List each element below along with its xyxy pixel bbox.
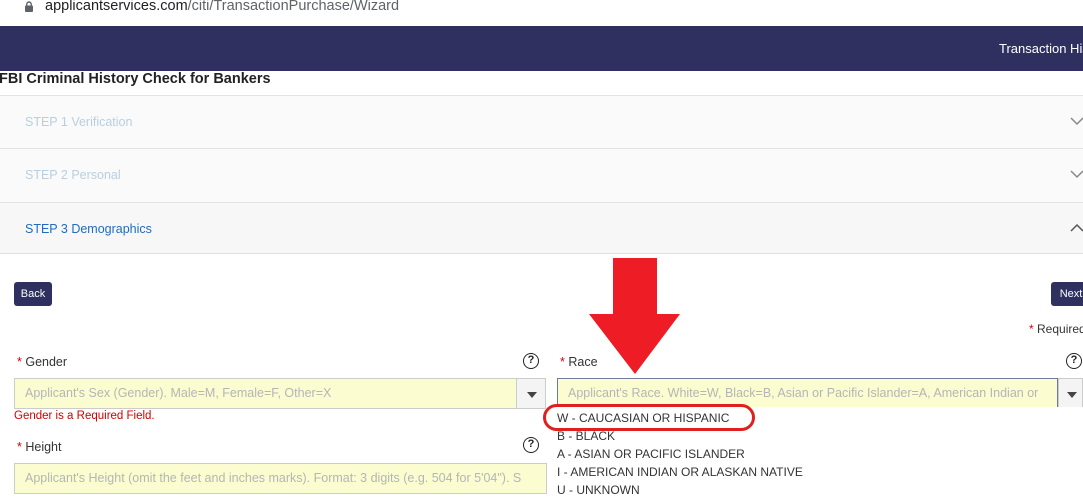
gender-help-icon[interactable]: ? [523,353,539,369]
chevron-down-icon [1070,170,1083,179]
step-1-header[interactable]: STEP 1 Verification [0,95,1083,148]
gender-dropdown-button[interactable] [516,378,546,409]
annotation-highlight-oval [543,404,755,431]
lock-icon [25,1,33,12]
required-note: * Required [1029,322,1083,336]
url-domain: applicantservices.com [45,0,188,14]
race-help-icon[interactable]: ? [1066,353,1082,369]
required-text: Required [1033,322,1083,336]
gender-select-input[interactable]: Applicant's Sex (Gender). Male=M, Female… [14,378,517,409]
chevron-up-icon [1070,223,1083,232]
annotation-arrow-down-icon [589,258,680,374]
step-2-header[interactable]: STEP 2 Personal [0,148,1083,202]
step-3-header[interactable]: STEP 3 Demographics [0,202,1083,254]
page-title: FBI Criminal History Check for Bankers [0,71,271,87]
nav-transaction-history-link[interactable]: Transaction His [999,41,1083,56]
race-dropdown-button[interactable] [1058,378,1083,409]
chevron-down-icon [1070,117,1083,126]
back-button[interactable]: Back [14,282,52,306]
height-label-text: Height [21,440,62,454]
step-1-label: STEP 1 Verification [25,115,133,129]
race-option[interactable]: I - AMERICAN INDIAN OR ALASKAN NATIVE [557,465,803,479]
gender-label: * Gender [17,355,67,369]
url-text[interactable]: applicantservices.com/citi/TransactionPu… [45,0,399,14]
step-3-label: STEP 3 Demographics [25,222,152,236]
step-2-label: STEP 2 Personal [25,168,121,182]
race-option[interactable]: B - BLACK [557,429,615,443]
race-option[interactable]: U - UNKNOWN [557,483,640,497]
browser-url-bar[interactable]: applicantservices.com/citi/TransactionPu… [0,0,1083,26]
caret-down-icon [1067,392,1077,398]
top-navbar: Transaction His [0,26,1083,71]
height-input[interactable]: Applicant's Height (omit the feet and in… [14,463,547,494]
height-label: * Height [17,440,61,454]
next-button[interactable]: Next [1051,282,1083,306]
height-help-icon[interactable]: ? [523,437,539,453]
race-option[interactable]: A - ASIAN OR PACIFIC ISLANDER [557,447,745,461]
caret-down-icon [527,392,537,398]
gender-label-text: Gender [21,355,68,369]
gender-error-message: Gender is a Required Field. [14,410,155,422]
url-path: /citi/TransactionPurchase/Wizard [187,0,400,14]
